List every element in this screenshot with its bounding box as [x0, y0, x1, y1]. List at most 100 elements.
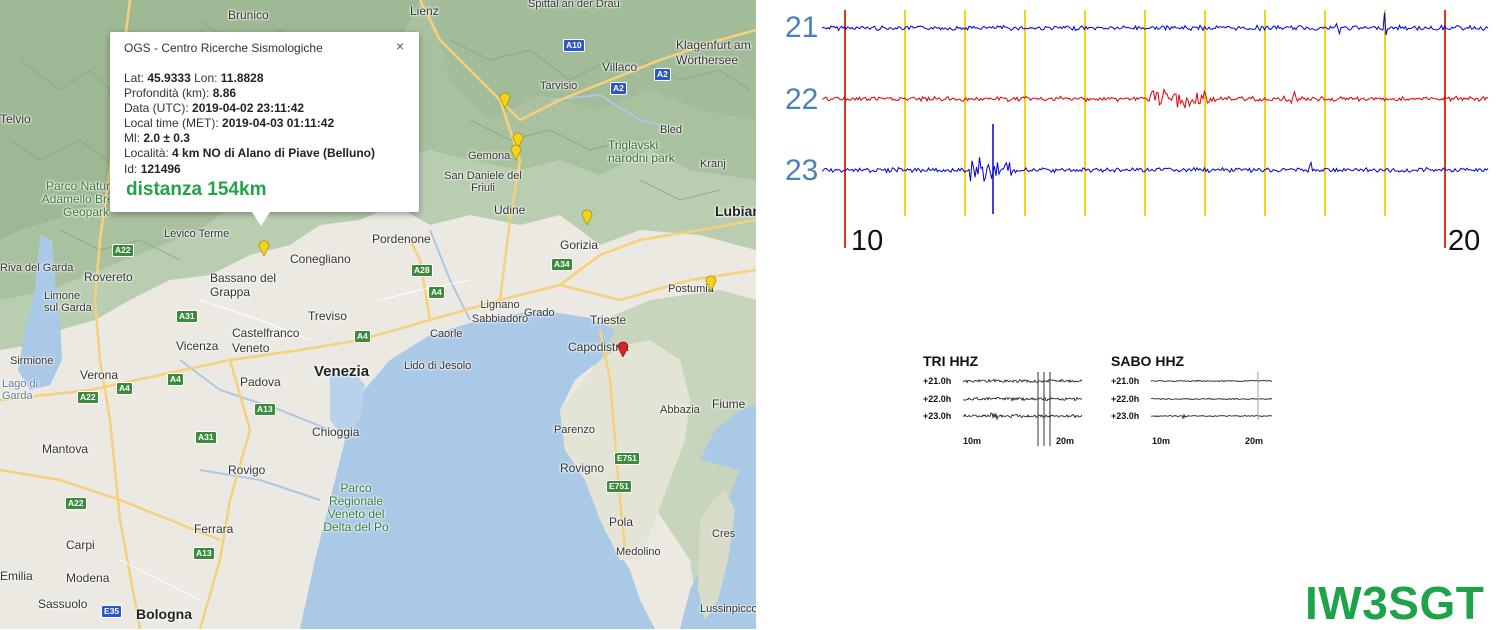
- place-label: Abbazia: [660, 404, 700, 416]
- place-label: Verona: [80, 368, 119, 382]
- road-shield: A10: [563, 39, 585, 52]
- road-shield: A2: [654, 68, 671, 81]
- place-label: Bologna: [136, 606, 192, 622]
- earthquake-marker-icon[interactable]: [510, 142, 522, 160]
- road-shield: A13: [193, 547, 215, 560]
- place-label: Rovigno: [560, 461, 605, 475]
- place-label: Fiume: [712, 397, 746, 411]
- lat-label: Lat:: [124, 71, 145, 85]
- earthquake-marker-icon[interactable]: [581, 207, 593, 225]
- location-value: 4 km NO di Alano di Piave (Belluno): [172, 146, 375, 161]
- popup-details: Lat: 45.9333 Lon: 11.8828 Profondità (km…: [124, 71, 375, 177]
- place-label: Lienz: [410, 4, 439, 18]
- earthquake-marker-icon[interactable]: [705, 273, 717, 291]
- place-label: Medolino: [616, 546, 661, 558]
- map-panel[interactable]: Brunico Spittal an der Drau Lienz Klagen…: [0, 0, 756, 629]
- place-label: Treviso: [308, 309, 347, 323]
- place-label: Riva del Garda: [0, 262, 74, 274]
- place-label: Rovigo: [228, 463, 266, 477]
- place-label: Mantova: [42, 442, 89, 456]
- place-label: Vicenza: [176, 339, 219, 353]
- thumbnail-seismograms: [962, 372, 1273, 446]
- place-label: Modena: [66, 571, 110, 585]
- place-label: Bled: [660, 124, 683, 136]
- place-label: Trieste: [590, 313, 627, 327]
- road-shield: E751: [606, 480, 632, 493]
- place-label: Lubian: [715, 203, 756, 219]
- place-label: Kranj: [700, 158, 726, 170]
- met-label: Local time (MET):: [124, 116, 219, 131]
- place-label: Triglavski narodni park: [608, 138, 675, 165]
- id-value: 121496: [140, 161, 181, 176]
- road-shield: A4: [354, 330, 371, 343]
- utc-value: 2019-04-02 23:11:42: [192, 101, 305, 116]
- road-shield: A2: [610, 82, 627, 95]
- place-label: Pordenone: [372, 232, 431, 246]
- road-shield: A22: [65, 497, 87, 510]
- place-label: Ferrara: [194, 522, 234, 536]
- road-shield: A22: [112, 244, 134, 257]
- place-label: Conegliano: [290, 252, 351, 266]
- thumb-trace: [1151, 413, 1273, 420]
- lat-value: 45.9333: [147, 71, 191, 85]
- place-label: Grado: [524, 307, 555, 319]
- magnitude-label: Ml:: [124, 131, 140, 146]
- distance-text: distanza 154km: [126, 179, 267, 200]
- station-marker-icon[interactable]: [617, 339, 629, 357]
- earthquake-marker-icon[interactable]: [499, 90, 511, 108]
- place-label: Lussinpiccolo: [700, 603, 756, 615]
- place-label: Tarvisio: [540, 80, 578, 92]
- place-label: Cres: [712, 528, 736, 540]
- place-label: Parenzo: [554, 424, 595, 436]
- place-label: Udine: [494, 203, 526, 217]
- place-label: Padova: [240, 375, 281, 389]
- road-shield: A13: [254, 403, 276, 416]
- close-icon[interactable]: ×: [396, 38, 404, 54]
- met-value: 2019-04-03 01:11:42: [222, 116, 335, 131]
- road-shield: E35: [101, 605, 123, 618]
- place-label: Gorizia: [560, 238, 599, 252]
- thumb-trace: [962, 378, 1083, 384]
- location-label: Località:: [124, 146, 169, 161]
- earthquake-marker-icon[interactable]: [258, 238, 270, 256]
- place-label: Lago di Garda: [2, 378, 39, 402]
- road-shield: A4: [428, 286, 445, 299]
- depth-label: Profondità (km):: [124, 86, 210, 101]
- place-label: Telvio: [0, 112, 31, 126]
- place-label: Limone sul Garda: [44, 290, 92, 314]
- place-label: Chioggia: [312, 425, 360, 439]
- road-shield: A22: [77, 391, 99, 404]
- place-label: Lido di Jesolo: [404, 360, 472, 372]
- place-label: Pola: [609, 515, 634, 529]
- id-label: Id:: [124, 161, 138, 176]
- road-shield: A31: [195, 431, 217, 444]
- road-shield: A31: [176, 310, 198, 323]
- depth-value: 8.86: [212, 86, 237, 101]
- place-label: Bassano del Grappa: [210, 271, 277, 299]
- thumb-trace: [962, 412, 1083, 421]
- place-label: Brunico: [228, 8, 269, 22]
- place-label: Rovereto: [84, 270, 133, 284]
- place-label: Parco Regionale Veneto del Delta del Po: [323, 481, 389, 534]
- utc-label: Data (UTC):: [124, 101, 189, 116]
- place-label: San Daniele del Friuli: [444, 170, 522, 194]
- place-label: Spittal an der Drau: [528, 0, 620, 10]
- road-shield: A34: [551, 258, 573, 271]
- place-label: Emilia: [0, 569, 33, 583]
- thumb-trace: [1150, 397, 1273, 401]
- place-label: Levico Terme: [164, 228, 230, 240]
- magnitude-value: 2.0 ± 0.3: [143, 131, 190, 146]
- callsign-watermark: IW3SGT: [1305, 577, 1485, 629]
- place-label: Gemona: [468, 150, 511, 162]
- popup-title: OGS - Centro Ricerche Sismologiche: [124, 41, 323, 55]
- event-info-popup: OGS - Centro Ricerche Sismologiche × Lat…: [110, 32, 419, 226]
- place-label: Caorle: [430, 328, 463, 340]
- thumb-trace: [1150, 379, 1273, 382]
- road-shield: E751: [614, 452, 640, 465]
- thumb-trace: [962, 396, 1083, 402]
- lon-value: 11.8828: [220, 71, 264, 85]
- place-label: Sirmione: [10, 355, 54, 367]
- lon-label: Lon:: [194, 71, 218, 85]
- place-label: Sassuolo: [38, 597, 88, 611]
- place-label: Villaco: [602, 60, 638, 74]
